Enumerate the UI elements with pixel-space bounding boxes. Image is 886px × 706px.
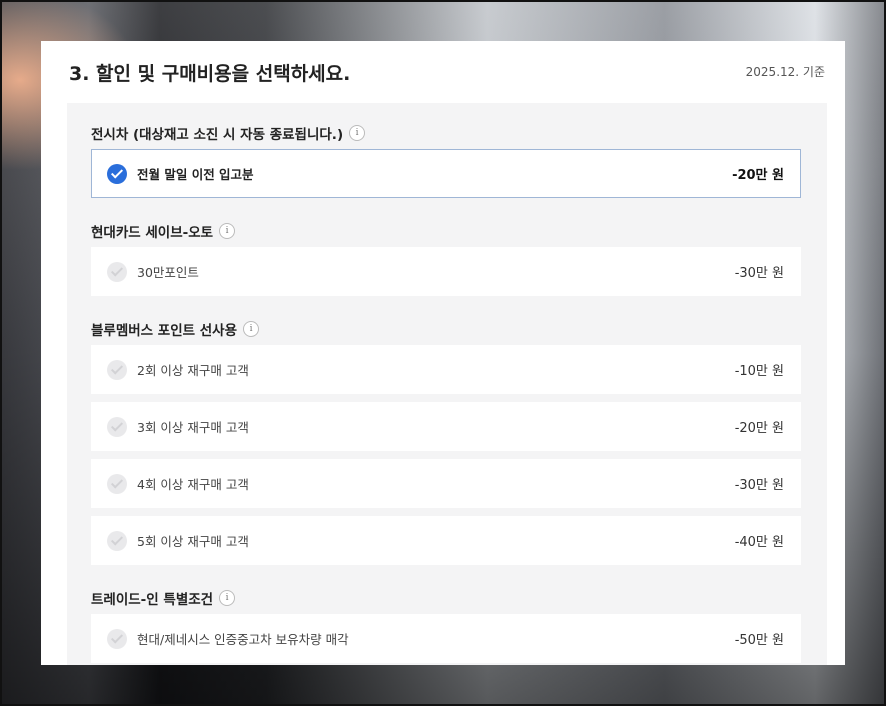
section-title-display-car: 전시차 (대상재고 소진 시 자동 종료됩니다.) i [91, 123, 366, 143]
option-label: 5회 이상 재구매 고객 [137, 534, 249, 549]
options-container: 전시차 (대상재고 소진 시 자동 종료됩니다.) i 전월 말일 이전 입고분… [67, 103, 827, 665]
option-price: -30만 원 [734, 478, 784, 493]
check-icon [107, 473, 127, 494]
option-label: 현대/제네시스 인증중고차 보유차량 매각 [137, 632, 349, 647]
section-label: 블루멤버스 포인트 선사용 [91, 323, 238, 339]
page-title: 3. 할인 및 구매비용을 선택하세요. [69, 63, 351, 85]
section-title-blue-members: 블루멤버스 포인트 선사용 i [91, 319, 260, 339]
check-icon [107, 163, 127, 184]
info-icon[interactable]: i [349, 125, 366, 141]
section-label: 전시차 (대상재고 소진 시 자동 종료됩니다.) [91, 127, 344, 143]
option-repurchase-5[interactable]: 5회 이상 재구매 고객 -40만 원 [91, 516, 801, 565]
check-icon [107, 628, 127, 649]
check-icon [107, 359, 127, 380]
date-note: 2025.12. 기준 [745, 65, 825, 79]
section-label: 현대카드 세이브-오토 [91, 225, 214, 241]
info-icon[interactable]: i [219, 223, 236, 239]
check-icon [107, 530, 127, 551]
section-label: 트레이드-인 특별조건 [91, 592, 214, 608]
option-repurchase-2[interactable]: 2회 이상 재구매 고객 -10만 원 [91, 345, 801, 394]
option-display-car[interactable]: 전월 말일 이전 입고분 -20만 원 [91, 149, 801, 198]
option-label: 2회 이상 재구매 고객 [137, 363, 249, 378]
option-price: -40만 원 [734, 535, 784, 550]
option-label: 전월 말일 이전 입고분 [137, 167, 254, 182]
info-icon[interactable]: i [243, 321, 260, 337]
option-price: -10만 원 [734, 364, 784, 379]
check-icon [107, 261, 127, 282]
option-price: -20만 원 [732, 168, 784, 183]
option-price: -20만 원 [734, 421, 784, 436]
discount-panel: 3. 할인 및 구매비용을 선택하세요. 2025.12. 기준 전시차 (대상… [41, 41, 845, 665]
option-price: -30만 원 [734, 266, 784, 281]
option-save-auto-points[interactable]: 30만포인트 -30만 원 [91, 247, 801, 296]
section-title-hyundai-card: 현대카드 세이브-오토 i [91, 221, 236, 241]
option-price: -50만 원 [734, 633, 784, 648]
info-icon[interactable]: i [219, 590, 236, 606]
option-label: 3회 이상 재구매 고객 [137, 420, 249, 435]
option-repurchase-3[interactable]: 3회 이상 재구매 고객 -20만 원 [91, 402, 801, 451]
option-label: 30만포인트 [137, 265, 199, 280]
option-label: 4회 이상 재구매 고객 [137, 477, 249, 492]
check-icon [107, 416, 127, 437]
option-trade-in[interactable]: 현대/제네시스 인증중고차 보유차량 매각 -50만 원 [91, 614, 801, 663]
section-title-trade-in: 트레이드-인 특별조건 i [91, 588, 236, 608]
option-repurchase-4[interactable]: 4회 이상 재구매 고객 -30만 원 [91, 459, 801, 508]
